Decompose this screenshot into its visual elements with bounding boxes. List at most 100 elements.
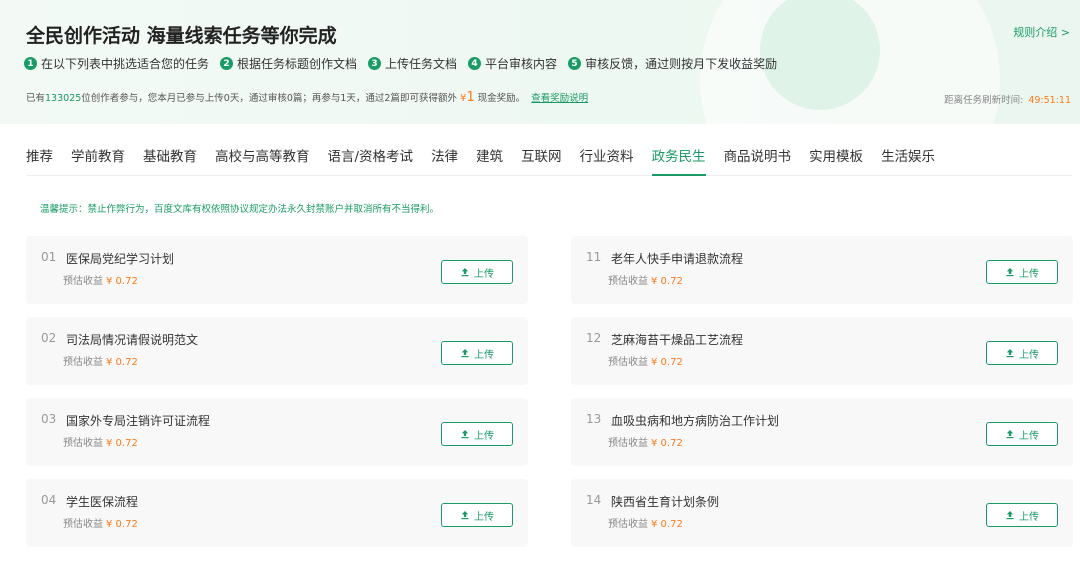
refresh-countdown: 距离任务刷新时间: 49:51:11	[944, 92, 1071, 106]
earnings-amount: ¥ 0.72	[651, 519, 683, 530]
earnings-label: 预估收益	[63, 438, 103, 449]
tab-11[interactable]: 实用模板	[809, 145, 863, 176]
estimated-earnings: 预估收益 ¥ 0.72	[63, 515, 138, 530]
bonus-amount: 1	[466, 90, 475, 105]
upload-label: 上传	[1019, 349, 1039, 361]
step-number-badge: 2	[220, 57, 234, 70]
upload-icon	[1006, 430, 1014, 439]
upload-button[interactable]: 上传	[986, 503, 1058, 527]
task-number: 13	[586, 412, 602, 426]
upload-icon	[1006, 268, 1014, 277]
tab-7[interactable]: 互联网	[521, 145, 562, 176]
task-title[interactable]: 陕西省生育计划条例	[611, 493, 719, 510]
upload-button[interactable]: 上传	[441, 422, 513, 446]
task-number: 04	[41, 493, 57, 507]
earnings-label: 预估收益	[63, 519, 103, 530]
task-card: 04 学生医保流程 预估收益 ¥ 0.72 上传	[26, 479, 528, 547]
refresh-timer: 49:51:11	[1028, 95, 1071, 106]
task-title[interactable]: 司法局情况请假说明范文	[66, 331, 198, 348]
earnings-label: 预估收益	[608, 519, 648, 530]
tab-2[interactable]: 基础教育	[143, 145, 197, 176]
step-5: 5 审核反馈，通过则按月下发收益奖励	[568, 55, 777, 72]
step-text: 在以下列表中挑选适合您的任务	[41, 57, 210, 71]
estimated-earnings: 预估收益 ¥ 0.72	[63, 272, 138, 287]
step-1: 1 在以下列表中挑选适合您的任务	[24, 55, 209, 72]
upload-button[interactable]: 上传	[441, 260, 513, 284]
task-number: 01	[41, 250, 57, 264]
upload-button[interactable]: 上传	[441, 341, 513, 365]
upload-label: 上传	[474, 268, 494, 280]
upload-button[interactable]: 上传	[986, 260, 1058, 284]
step-2: 2 根据任务标题创作文档	[220, 55, 357, 72]
earnings-label: 预估收益	[63, 357, 103, 368]
task-card: 13 血吸虫病和地方病防治工作计划 预估收益 ¥ 0.72 上传	[571, 398, 1073, 466]
step-number-badge: 3	[368, 57, 382, 70]
refresh-label: 距离任务刷新时间:	[944, 95, 1024, 106]
upload-label: 上传	[474, 511, 494, 523]
task-card: 02 司法局情况请假说明范文 预估收益 ¥ 0.72 上传	[26, 317, 528, 385]
tab-0[interactable]: 推荐	[26, 145, 53, 176]
task-title[interactable]: 国家外专局注销许可证流程	[66, 412, 210, 429]
step-text: 根据任务标题创作文档	[237, 57, 358, 71]
tab-4[interactable]: 语言/资格考试	[328, 145, 414, 176]
tab-10[interactable]: 商品说明书	[724, 145, 792, 176]
estimated-earnings: 预估收益 ¥ 0.72	[608, 353, 683, 368]
steps-list: 1 在以下列表中挑选适合您的任务 2 根据任务标题创作文档 3 上传任务文档 4…	[24, 55, 788, 72]
task-title[interactable]: 学生医保流程	[66, 493, 138, 510]
earnings-amount: ¥ 0.72	[651, 357, 683, 368]
stats-middle: 位创作者参与，您本月已参与上传0天，通过审核0篇；再参与1天，通过2篇即可获得额…	[81, 93, 457, 104]
task-card: 11 老年人快手申请退款流程 预估收益 ¥ 0.72 上传	[571, 236, 1073, 304]
earnings-amount: ¥ 0.72	[106, 276, 138, 287]
earnings-label: 预估收益	[63, 276, 103, 287]
step-number-badge: 1	[24, 57, 37, 70]
step-4: 4 平台审核内容	[468, 55, 557, 72]
rules-intro-link[interactable]: 规则介绍 >	[1013, 24, 1070, 40]
task-number: 11	[586, 250, 602, 264]
earnings-label: 预估收益	[608, 438, 648, 449]
task-title[interactable]: 血吸虫病和地方病防治工作计划	[611, 412, 779, 429]
task-card: 03 国家外专局注销许可证流程预估收益 ¥ 0.72 上传	[26, 398, 528, 466]
upload-label: 上传	[1019, 511, 1039, 523]
estimated-earnings: 预估收益 ¥ 0.72	[608, 272, 683, 287]
tab-3[interactable]: 高校与高等教育	[215, 145, 310, 176]
tab-8[interactable]: 行业资料	[580, 145, 634, 176]
tab-1[interactable]: 学前教育	[71, 145, 125, 176]
earnings-label: 预估收益	[608, 276, 648, 287]
task-title[interactable]: 老年人快手申请退款流程	[611, 250, 743, 267]
warning-notice: 温馨提示：禁止作弊行为，百度文库有权依照协议规定办法永久封禁账户并取消所有不当得…	[40, 204, 440, 215]
earnings-amount: ¥ 0.72	[651, 276, 683, 287]
earnings-amount: ¥ 0.72	[106, 519, 138, 530]
earnings-label: 预估收益	[608, 357, 648, 368]
tab-12[interactable]: 生活娱乐	[881, 145, 935, 176]
reward-info-link[interactable]: 查看奖励说明	[531, 90, 588, 104]
upload-label: 上传	[1019, 268, 1039, 280]
task-title[interactable]: 医保局党纪学习计划	[66, 250, 174, 267]
estimated-earnings: 预估收益 ¥ 0.72	[63, 353, 138, 368]
tab-9[interactable]: 政务民生	[651, 145, 706, 176]
participation-stats: 已有 133025 位创作者参与，您本月已参与上传0天，通过审核0篇；再参与1天…	[26, 90, 588, 105]
task-title[interactable]: 芝麻海苔干燥品工艺流程	[611, 331, 743, 348]
estimated-earnings: 预估收益 ¥ 0.72	[608, 515, 683, 530]
upload-button[interactable]: 上传	[986, 422, 1058, 446]
earnings-amount: ¥ 0.72	[651, 438, 683, 449]
task-number: 02	[41, 331, 57, 345]
upload-button[interactable]: 上传	[986, 341, 1058, 365]
tab-6[interactable]: 建筑	[476, 145, 503, 176]
estimated-earnings: 预估收益 ¥ 0.72	[608, 434, 683, 449]
upload-icon	[461, 511, 469, 520]
step-text: 平台审核内容	[485, 57, 558, 71]
upload-label: 上传	[1019, 430, 1039, 442]
step-number-badge: 5	[568, 57, 582, 70]
upload-icon	[461, 268, 469, 277]
creator-count: 133025	[45, 93, 82, 104]
task-number: 03	[41, 412, 57, 426]
upload-button[interactable]: 上传	[441, 503, 513, 527]
earnings-amount: ¥ 0.72	[106, 357, 138, 368]
task-number: 14	[586, 493, 602, 507]
upload-icon	[461, 349, 469, 358]
task-card: 12 芝麻海苔干燥品工艺流程 预估收益 ¥ 0.72 上传	[571, 317, 1073, 385]
task-number: 12	[586, 331, 602, 345]
upload-icon	[1006, 511, 1014, 520]
earnings-amount: ¥ 0.72	[106, 438, 138, 449]
tab-5[interactable]: 法律	[431, 145, 458, 176]
